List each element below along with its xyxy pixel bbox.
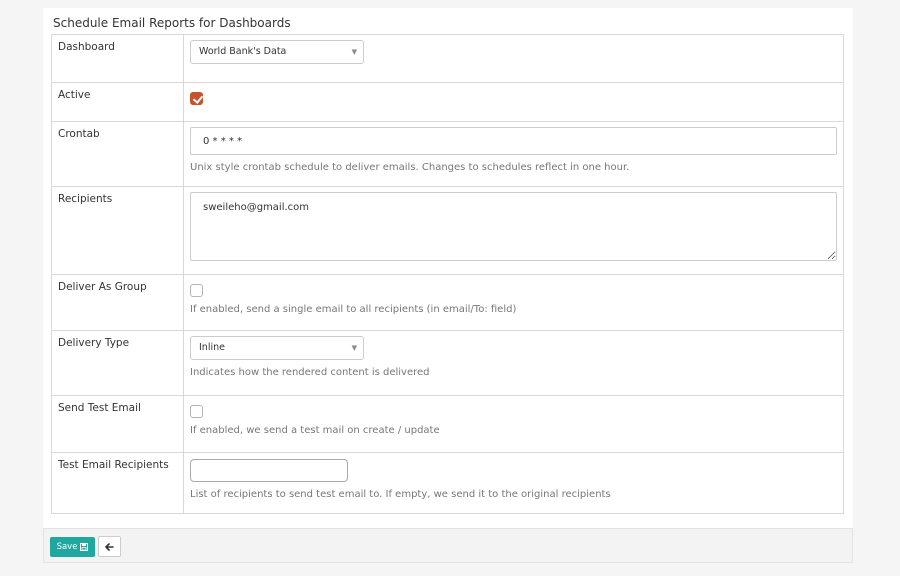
row-recipients: Recipients sweileho@gmail.com	[51, 186, 844, 275]
deliver-as-group-help: If enabled, send a single email to all r…	[190, 304, 517, 315]
form-table: Dashboard World Bank's Data ▼ Active Cro…	[51, 34, 844, 514]
crontab-input[interactable]	[190, 127, 837, 155]
caret-down-icon: ▼	[351, 48, 357, 56]
save-button-label: Save	[56, 542, 78, 552]
back-button[interactable]	[98, 536, 121, 557]
schedule-form-panel: Schedule Email Reports for Dashboards Da…	[43, 8, 853, 528]
send-test-email-checkbox[interactable]	[190, 405, 203, 418]
crontab-help: Unix style crontab schedule to deliver e…	[190, 162, 630, 173]
row-active: Active	[51, 82, 844, 122]
delivery-type-select[interactable]: Inline ▼	[190, 336, 364, 360]
delivery-type-help: Indicates how the rendered content is de…	[190, 367, 430, 378]
delivery-type-select-value: Inline	[199, 342, 225, 353]
send-test-email-label: Send Test Email	[51, 395, 184, 453]
deliver-as-group-label: Deliver As Group	[51, 274, 184, 331]
row-delivery-type: Delivery Type Inline ▼ Indicates how the…	[51, 330, 844, 396]
dashboard-select-value: World Bank's Data	[199, 46, 287, 57]
row-send-test-email: Send Test Email If enabled, we send a te…	[51, 395, 844, 453]
dashboard-select[interactable]: World Bank's Data ▼	[190, 40, 364, 64]
delivery-type-label: Delivery Type	[51, 330, 184, 396]
row-crontab: Crontab Unix style crontab schedule to d…	[51, 121, 844, 187]
floppy-disk-icon	[80, 543, 89, 551]
test-email-recipients-help: List of recipients to send test email to…	[190, 489, 611, 500]
panel-title: Schedule Email Reports for Dashboards	[53, 16, 291, 30]
save-button[interactable]: Save	[50, 537, 95, 557]
arrow-left-icon	[105, 542, 114, 551]
form-footer: Save	[43, 528, 853, 563]
active-label: Active	[51, 82, 184, 122]
dashboard-label: Dashboard	[51, 34, 184, 83]
crontab-label: Crontab	[51, 121, 184, 187]
recipients-textarea[interactable]: sweileho@gmail.com	[190, 192, 837, 261]
recipients-label: Recipients	[51, 186, 184, 275]
send-test-email-help: If enabled, we send a test mail on creat…	[190, 425, 440, 436]
test-email-recipients-label: Test Email Recipients	[51, 452, 184, 514]
row-test-email-recipients: Test Email Recipients List of recipients…	[51, 452, 844, 514]
test-email-recipients-input[interactable]	[190, 459, 348, 482]
row-dashboard: Dashboard World Bank's Data ▼	[51, 34, 844, 83]
row-deliver-as-group: Deliver As Group If enabled, send a sing…	[51, 274, 844, 331]
caret-down-icon: ▼	[351, 344, 357, 352]
active-checkbox[interactable]	[190, 92, 203, 105]
deliver-as-group-checkbox[interactable]	[190, 284, 203, 297]
